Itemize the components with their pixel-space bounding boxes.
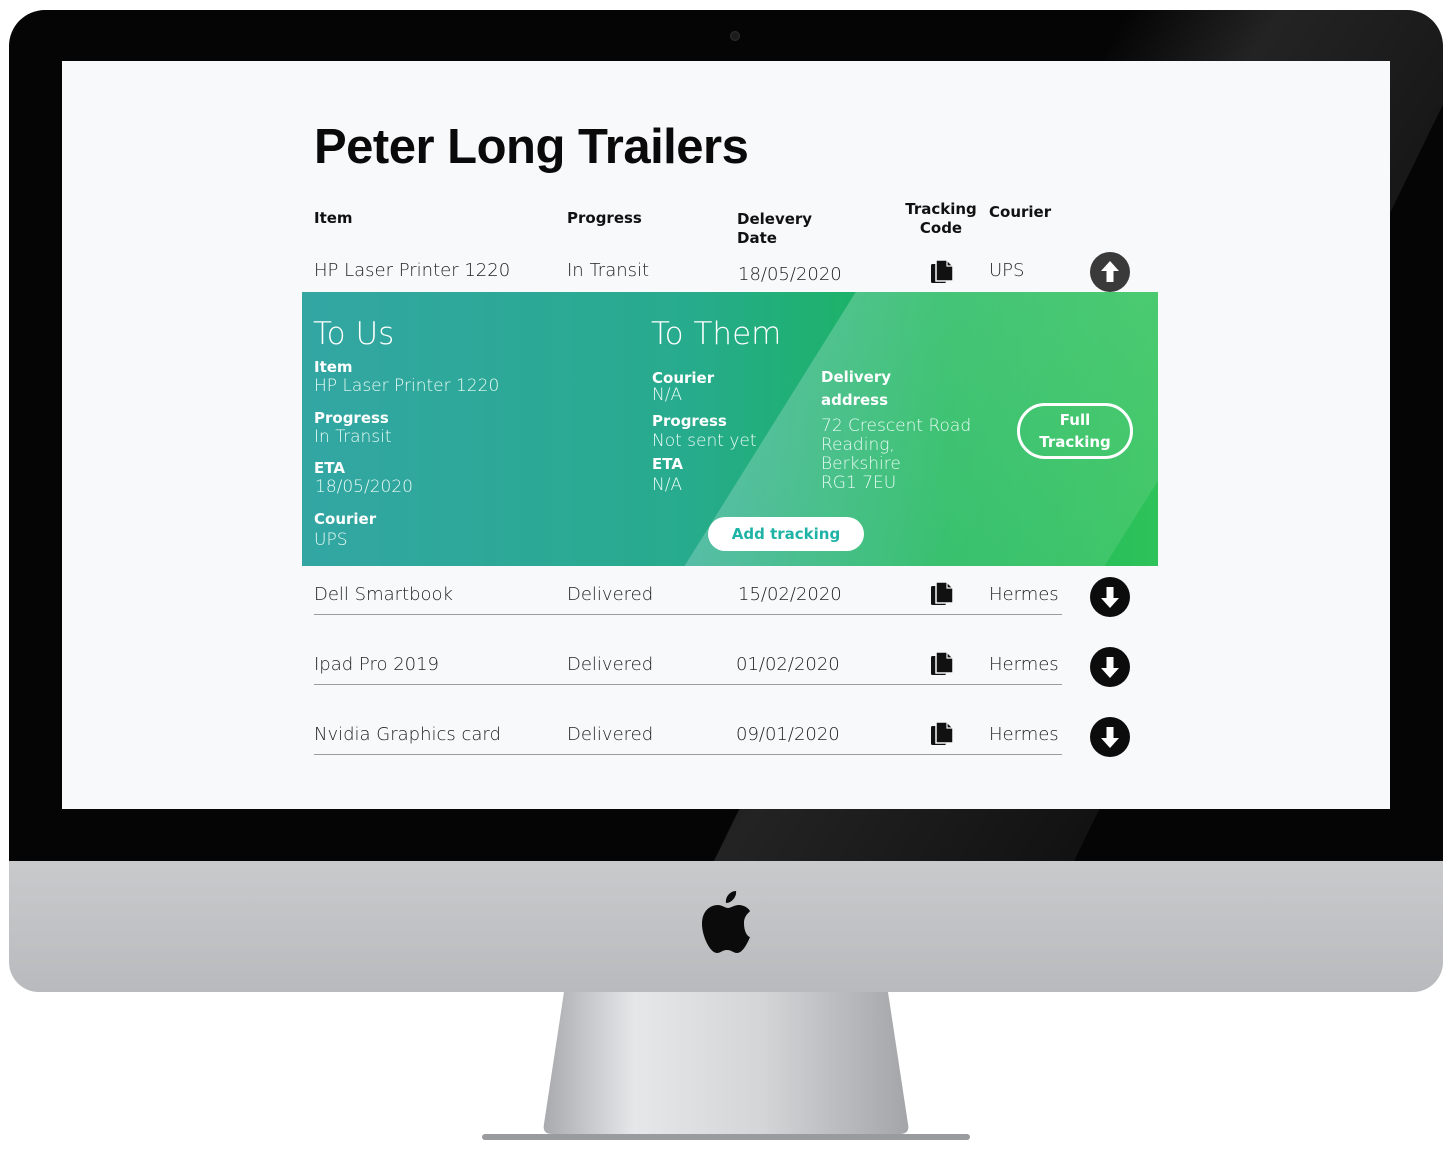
header-delivery-date: Delevery Date [737, 210, 812, 248]
full-tracking-label-line2: Tracking [1039, 433, 1111, 451]
header-delivery-date-line1: Delevery [737, 210, 813, 228]
delivery-address-value: 72 Crescent Road Reading, Berkshire RG1 … [821, 417, 971, 493]
delivery-address-label-line2: address [821, 391, 889, 409]
screen: Peter Long Trailers Item Progress Deleve… [62, 61, 1390, 809]
arrow-down-circle-icon [1101, 587, 1119, 608]
to-them-progress-label: Progress [652, 412, 727, 430]
row-item: Nvidia Graphics card [314, 724, 501, 745]
row-divider [314, 754, 1062, 755]
header-item: Item [314, 209, 353, 227]
to-them-eta-label: ETA [652, 455, 683, 473]
page-title: Peter Long Trailers [314, 120, 749, 174]
copy-icon[interactable] [930, 651, 954, 677]
tracking-details-panel: To Us Item HP Laser Printer 1220 Progres… [302, 292, 1158, 566]
apple-logo-icon [702, 891, 750, 953]
delivery-address-label: Delivery address [821, 366, 891, 412]
to-us-item-label: Item [314, 358, 353, 376]
to-them-progress-value: Not sent yet [652, 431, 757, 451]
row-progress: Delivered [567, 654, 654, 675]
row-date: 09/01/2020 [736, 724, 840, 745]
to-us-eta-value: 18/05/2020 [315, 477, 413, 497]
row-progress: Delivered [567, 584, 654, 605]
header-delivery-date-line2: Date [737, 229, 777, 247]
row-item: Ipad Pro 2019 [314, 654, 439, 675]
header-courier: Courier [989, 203, 1052, 221]
to-us-courier-label: Courier [314, 510, 377, 528]
to-us-eta-label: ETA [314, 459, 345, 477]
row-progress: Delivered [567, 724, 654, 745]
expand-row-button[interactable] [1090, 647, 1130, 687]
to-us-heading: To Us [313, 316, 395, 352]
header-tracking-code-line1: Tracking [905, 200, 977, 218]
arrow-down-circle-icon [1101, 657, 1119, 678]
expand-row-button[interactable] [1090, 577, 1130, 617]
address-line: RG1 7EU [821, 473, 897, 493]
address-line: 72 Crescent Road [821, 416, 972, 436]
header-progress: Progress [567, 209, 642, 227]
delivery-address-label-line1: Delivery [821, 368, 892, 386]
full-tracking-button[interactable]: Full Tracking [1017, 403, 1133, 459]
to-them-courier-value: N/A [652, 385, 683, 405]
row-courier: Hermes [989, 724, 1059, 745]
to-us-progress-value: In Transit [314, 427, 392, 447]
to-us-courier-value: UPS [314, 530, 348, 550]
arrow-up-circle-icon [1101, 261, 1119, 282]
row-item: Dell Smartbook [314, 584, 453, 605]
camera-icon [730, 31, 740, 41]
row-item: HP Laser Printer 1220 [314, 260, 511, 281]
row-courier: Hermes [989, 584, 1059, 605]
copy-icon[interactable] [930, 259, 954, 285]
full-tracking-label-line1: Full [1059, 411, 1091, 429]
row-date: 01/02/2020 [736, 654, 840, 675]
row-divider [314, 684, 1062, 685]
address-line: Reading, [821, 435, 895, 455]
expand-row-button[interactable] [1090, 717, 1130, 757]
row-date: 15/02/2020 [738, 584, 842, 605]
row-date: 18/05/2020 [738, 264, 842, 285]
add-tracking-button[interactable]: Add tracking [708, 517, 864, 551]
header-tracking-code: Tracking Code [904, 200, 978, 238]
row-courier: Hermes [989, 654, 1059, 675]
address-line: Berkshire [821, 454, 901, 474]
row-progress: In Transit [567, 260, 650, 281]
to-us-item-value: HP Laser Printer 1220 [314, 376, 500, 396]
collapse-row-button[interactable] [1090, 252, 1130, 292]
row-courier: UPS [989, 260, 1025, 281]
monitor-stand [482, 992, 970, 1140]
row-divider [314, 614, 1062, 615]
to-them-heading: To Them [651, 316, 782, 352]
header-tracking-code-line2: Code [919, 219, 963, 237]
copy-icon[interactable] [930, 721, 954, 747]
copy-icon[interactable] [930, 581, 954, 607]
to-us-progress-label: Progress [314, 409, 389, 427]
to-them-eta-value: N/A [652, 475, 683, 495]
arrow-down-circle-icon [1101, 727, 1119, 748]
